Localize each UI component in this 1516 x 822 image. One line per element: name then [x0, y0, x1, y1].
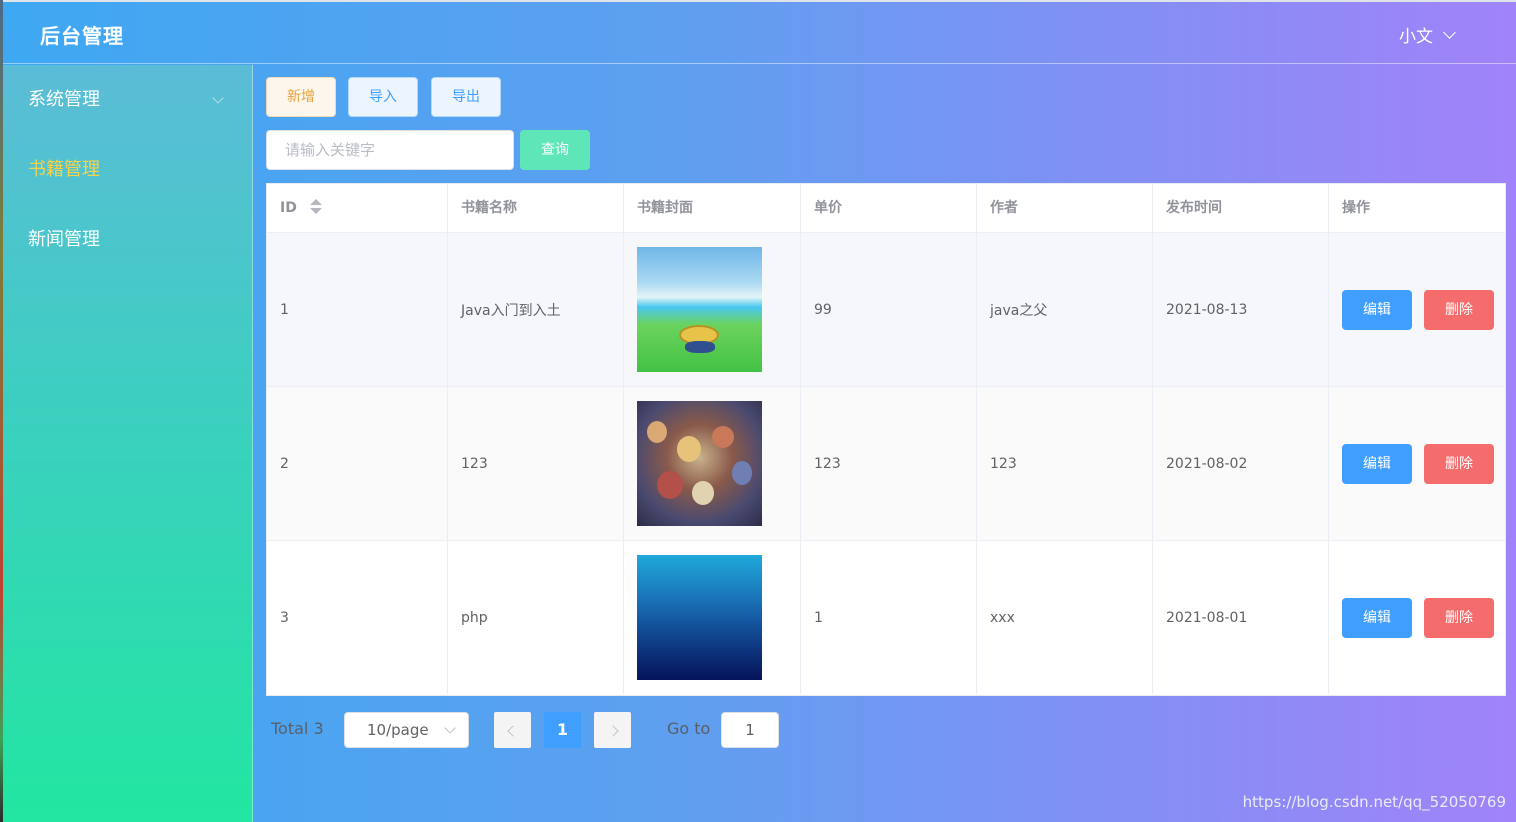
- watermark: https://blog.csdn.net/qq_52050769: [1242, 793, 1506, 811]
- table-row: 3 php 1 xxx 2021-08-01 编辑 删除: [267, 541, 1505, 694]
- book-cover-image: [637, 247, 762, 372]
- pagination-total: Total 3: [271, 719, 324, 738]
- cell-cover: [624, 233, 801, 386]
- cell-date: 2021-08-01: [1153, 541, 1329, 694]
- query-button[interactable]: 查询: [520, 130, 590, 170]
- chevron-left-icon: [506, 725, 519, 737]
- export-button[interactable]: 导出: [431, 77, 501, 117]
- sidebar-item-label: 书籍管理: [28, 159, 100, 180]
- column-header-date: 发布时间: [1153, 184, 1329, 233]
- cell-price: 1: [801, 541, 977, 694]
- column-header-actions: 操作: [1342, 200, 1370, 216]
- delete-button[interactable]: 删除: [1424, 443, 1494, 484]
- edit-button[interactable]: 编辑: [1342, 289, 1412, 330]
- cell-author: 123: [977, 387, 1153, 540]
- sidebar: 系统管理 书籍管理 新闻管理: [3, 65, 253, 822]
- page-size-select[interactable]: 10/page: [344, 712, 469, 748]
- import-button[interactable]: 导入: [348, 77, 418, 117]
- table-row: 1 Java入门到入土 99 java之父 2021-08-13 编辑 删除: [267, 233, 1505, 387]
- search-input[interactable]: [266, 130, 514, 170]
- cell-author: java之父: [977, 233, 1153, 386]
- cell-author: xxx: [977, 541, 1153, 694]
- cell-cover: [624, 541, 801, 694]
- delete-button[interactable]: 删除: [1424, 289, 1494, 330]
- cell-id: 2: [267, 387, 448, 540]
- cell-name: Java入门到入土: [448, 233, 624, 386]
- table-row: 2 123 123 123 2021-08-02 编辑 删除: [267, 387, 1505, 541]
- cell-date: 2021-08-02: [1153, 387, 1329, 540]
- page-number-current[interactable]: 1: [544, 712, 581, 748]
- column-header-id[interactable]: ID: [267, 184, 448, 233]
- chevron-down-icon: [444, 722, 456, 734]
- sidebar-item-label: 系统管理: [28, 89, 100, 110]
- edit-button[interactable]: 编辑: [1342, 597, 1412, 638]
- app-root: 后台管理 小文 系统管理 书籍管理 新闻管理 新增 导入 导出 查询 ID 书籍…: [3, 2, 1516, 822]
- sidebar-item-news[interactable]: 新闻管理: [3, 205, 252, 275]
- book-cover-image: [637, 555, 762, 680]
- edit-button[interactable]: 编辑: [1342, 443, 1412, 484]
- sidebar-item-system[interactable]: 系统管理: [3, 65, 252, 135]
- sidebar-item-books[interactable]: 书籍管理: [3, 135, 252, 205]
- cell-name: 123: [448, 387, 624, 540]
- next-page-button[interactable]: [594, 712, 631, 748]
- prev-page-button[interactable]: [494, 712, 531, 748]
- cell-date: 2021-08-13: [1153, 233, 1329, 386]
- books-table: ID 书籍名称 书籍封面 单价 作者 发布时间 操作 1 Java入门到入土 9…: [266, 183, 1506, 696]
- top-header: 后台管理 小文: [3, 2, 1516, 64]
- cell-price: 99: [801, 233, 977, 386]
- column-header-cover: 书籍封面: [624, 184, 801, 233]
- user-name: 小文: [1399, 27, 1433, 47]
- sort-icon[interactable]: [309, 198, 322, 215]
- delete-button[interactable]: 删除: [1424, 597, 1494, 638]
- cell-price: 123: [801, 387, 977, 540]
- cell-name: php: [448, 541, 624, 694]
- cell-id: 1: [267, 233, 448, 386]
- cell-actions: 编辑 删除: [1329, 541, 1505, 694]
- brand-title: 后台管理: [40, 24, 124, 48]
- cell-actions: 编辑 删除: [1329, 387, 1505, 540]
- cell-cover: [624, 387, 801, 540]
- column-header-price: 单价: [801, 184, 977, 233]
- chevron-down-icon: [212, 92, 224, 104]
- user-menu[interactable]: 小文: [1399, 22, 1456, 47]
- column-header-name: 书籍名称: [448, 184, 624, 233]
- column-header-author: 作者: [977, 184, 1153, 233]
- chevron-right-icon: [606, 725, 619, 737]
- chevron-down-icon: [1443, 25, 1456, 39]
- book-cover-image: [637, 401, 762, 526]
- goto-label: Go to: [667, 719, 711, 738]
- sidebar-item-label: 新闻管理: [28, 229, 100, 250]
- cell-id: 3: [267, 541, 448, 694]
- cell-actions: 编辑 删除: [1329, 233, 1505, 386]
- goto-page-input[interactable]: [721, 712, 779, 748]
- table-header: ID 书籍名称 书籍封面 单价 作者 发布时间 操作: [267, 184, 1505, 233]
- add-button[interactable]: 新增: [266, 77, 336, 117]
